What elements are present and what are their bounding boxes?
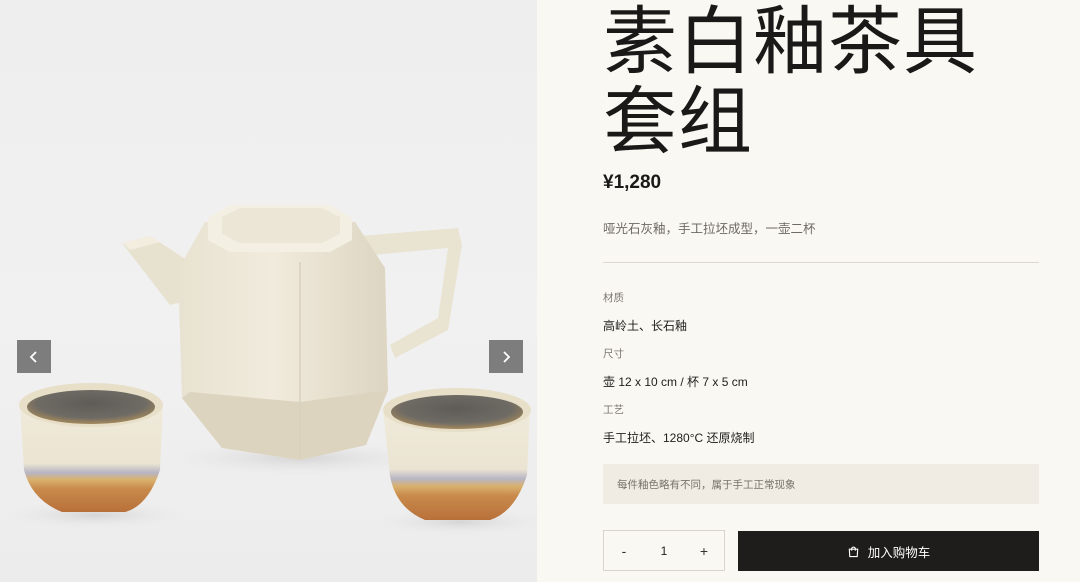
spec-material: 材质 高岭土、长石釉: [603, 290, 687, 334]
gallery-prev-button[interactable]: [17, 340, 51, 373]
product-gallery: [0, 0, 537, 582]
quantity-increase-button[interactable]: +: [684, 531, 724, 570]
add-to-cart-label: 加入购物车: [867, 545, 931, 560]
spec-label: 尺寸: [603, 348, 624, 360]
quantity-input[interactable]: [644, 531, 684, 570]
gallery-next-button[interactable]: [489, 340, 523, 373]
spec-label: 材质: [603, 292, 624, 304]
product-description: 哑光石灰釉，手工拉坯成型，一壶二杯: [603, 222, 816, 236]
chevron-right-icon: [503, 350, 511, 363]
spec-value: 手工拉坯、1280°C 还原烧制: [603, 431, 755, 445]
product-info-panel: 素白釉茶具套组 ¥1,280 哑光石灰釉，手工拉坯成型，一壶二杯 材质 高岭土、…: [537, 0, 1080, 582]
divider: [603, 262, 1039, 263]
shopping-bag-icon: [848, 546, 859, 557]
chevron-left-icon: [29, 350, 37, 363]
spec-label: 工艺: [603, 404, 624, 416]
product-title: 素白釉茶具套组: [603, 0, 978, 165]
glaze-notice: 每件釉色略有不同，属于手工正常现象: [603, 464, 1039, 504]
spec-craft: 工艺 手工拉坯、1280°C 还原烧制: [603, 402, 755, 446]
spec-value: 高岭土、长石釉: [603, 319, 688, 333]
quantity-decrease-button[interactable]: -: [604, 531, 644, 570]
spec-value: 壶 12 x 10 cm / 杯 7 x 5 cm: [603, 375, 748, 389]
product-photo: [5, 205, 537, 535]
spec-size: 尺寸 壶 12 x 10 cm / 杯 7 x 5 cm: [603, 346, 748, 390]
quantity-stepper: - +: [603, 530, 725, 571]
add-to-cart-button[interactable]: 加入购物车: [738, 531, 1039, 571]
product-price: ¥1,280: [603, 172, 662, 193]
